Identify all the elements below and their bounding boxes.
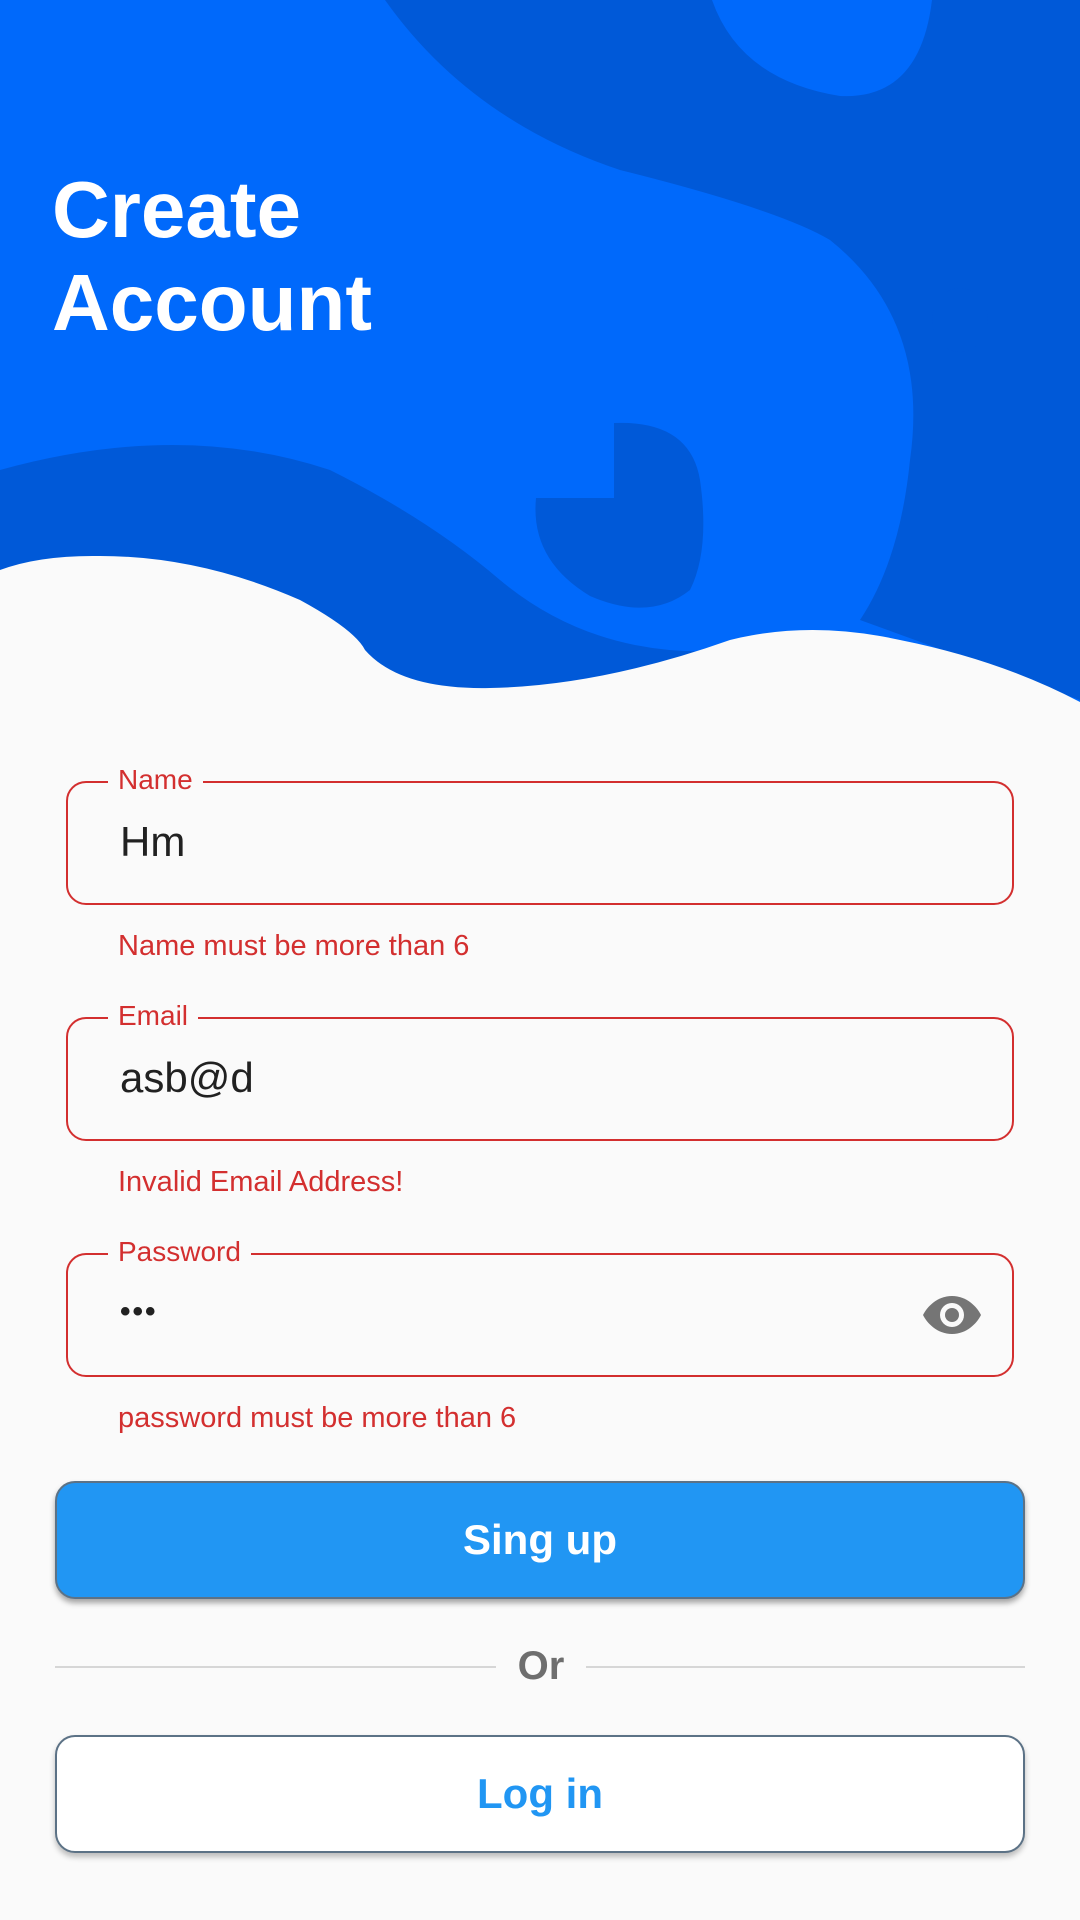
- eye-icon[interactable]: [922, 1293, 982, 1337]
- name-field-value: Hm: [120, 818, 186, 865]
- email-field[interactable]: Email asb@d: [66, 996, 1014, 1141]
- header-wave-background: [0, 0, 1080, 720]
- signup-screen: Create Account Name Hm Name must be more…: [0, 0, 1080, 1920]
- name-error-message: Name must be more than 6: [118, 930, 470, 962]
- password-error-message: password must be more than 6: [118, 1402, 517, 1434]
- page-title-line-1: Create: [52, 165, 302, 254]
- password-field-label: Password: [108, 1232, 251, 1272]
- divider-line-right: [586, 1666, 1025, 1668]
- page-title-line-2: Account: [52, 258, 372, 347]
- login-button-label: Log in: [477, 1770, 603, 1817]
- name-field[interactable]: Name Hm: [66, 760, 1014, 905]
- name-field-label: Name: [108, 760, 203, 800]
- page-title: Create Account: [52, 163, 552, 349]
- email-field-value: asb@d: [120, 1054, 254, 1101]
- login-button[interactable]: Log in: [55, 1735, 1025, 1853]
- signup-button-label: Sing up: [463, 1516, 617, 1563]
- signup-button[interactable]: Sing up: [55, 1481, 1025, 1599]
- password-field-value: •••: [120, 1295, 158, 1328]
- divider-or-text: Or: [517, 1644, 565, 1688]
- email-field-label: Email: [108, 996, 199, 1036]
- divider-line-left: [55, 1666, 496, 1668]
- password-field[interactable]: Password •••: [66, 1232, 1014, 1377]
- email-error-message: Invalid Email Address!: [118, 1166, 404, 1198]
